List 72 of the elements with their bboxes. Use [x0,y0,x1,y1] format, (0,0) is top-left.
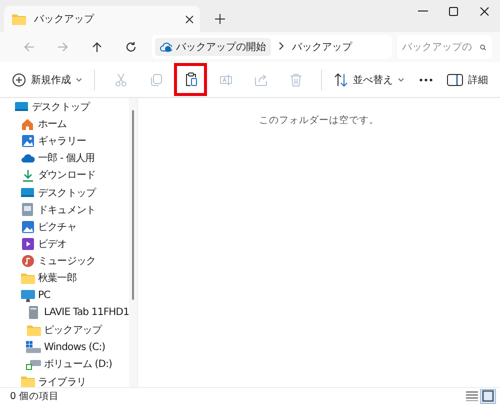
nav-label: デスクトップ [32,100,90,114]
folder-icon [20,272,34,284]
scrollbar-thumb[interactable] [132,110,134,300]
trash-icon [288,72,302,86]
download-icon [22,168,34,182]
nav-label: ギャラリー [38,134,86,148]
sort-button[interactable]: 並べ替え [330,64,408,94]
caret-icon [76,78,82,82]
view-button[interactable] [464,388,480,404]
drive-icon [26,358,41,370]
nav-label: ダウンロード [38,169,96,182]
close-icon[interactable] [185,14,194,24]
caret-icon [398,78,404,82]
item-count: 0 個の項目 [10,390,60,402]
clipboard-icon [184,72,198,87]
breadcrumb[interactable]: バックアップ [292,40,352,54]
address-bar[interactable]: バックアップの開始 バックアップ [152,35,392,59]
folder-icon [20,376,34,387]
window-tab[interactable]: バックアップ [4,6,200,32]
refresh-icon [125,41,137,53]
minimize-icon[interactable] [418,10,428,12]
search-icon [480,42,486,52]
nav-label: ライブラリ [38,376,86,387]
picture-icon [22,220,34,233]
scissors-icon [114,72,128,86]
panel-icon [447,74,463,86]
monitor-icon [20,290,34,302]
picture-icon [22,134,34,147]
more-icon [418,78,432,82]
video-icon [22,238,34,250]
nav-label: ミュージック [38,255,96,268]
chevron-icon [279,42,284,50]
drive-icon [26,341,41,354]
new-tab-icon[interactable] [215,14,225,24]
empty-folder-message: このフォルダーは空です。 [259,115,379,126]
nav-label: PC [38,290,50,302]
forward-icon [57,41,69,53]
nav-label: ピクチャ [38,220,76,234]
desktop-icon [21,187,34,198]
home-icon [21,118,34,130]
up-icon [91,41,103,53]
close-icon[interactable] [480,6,489,16]
nav-label: ボリューム (D:) [44,358,112,372]
cloud-icon [20,154,34,163]
details-button[interactable]: 詳細 [443,64,492,94]
desktop-icon [15,101,28,112]
sort-icon [334,72,348,86]
document-icon [22,203,33,216]
back-icon [23,41,35,53]
maximize-icon[interactable] [449,6,458,16]
rename-icon [218,72,232,86]
view-button[interactable] [480,388,496,404]
nav-label: ピックアップ [44,324,102,338]
nav-label: デスクトップ [38,186,96,200]
add-icon [12,72,26,86]
nav-label: LAVIE Tab 11FHD1 [44,307,130,318]
share-icon [254,72,268,86]
cloud-backup-icon [160,42,172,52]
music-icon [22,255,34,268]
breadcrumb[interactable]: バックアップの開始 [155,38,271,56]
nav-label: ビデオ [38,238,67,252]
new-button[interactable]: 新規作成 [8,64,86,94]
nav-label: 秋葉一郎 [38,272,76,286]
nav-label: 一郎 - 個人用 [38,152,95,166]
copy-icon [148,72,162,86]
nav-label: ホーム [38,118,67,131]
folder-icon [12,14,26,24]
nav-label: ドキュメント [38,204,96,217]
drive-icon [29,306,38,320]
paste-button[interactable] [174,63,207,96]
nav-label: Windows (C:) [44,342,106,353]
folder-icon [26,324,40,336]
